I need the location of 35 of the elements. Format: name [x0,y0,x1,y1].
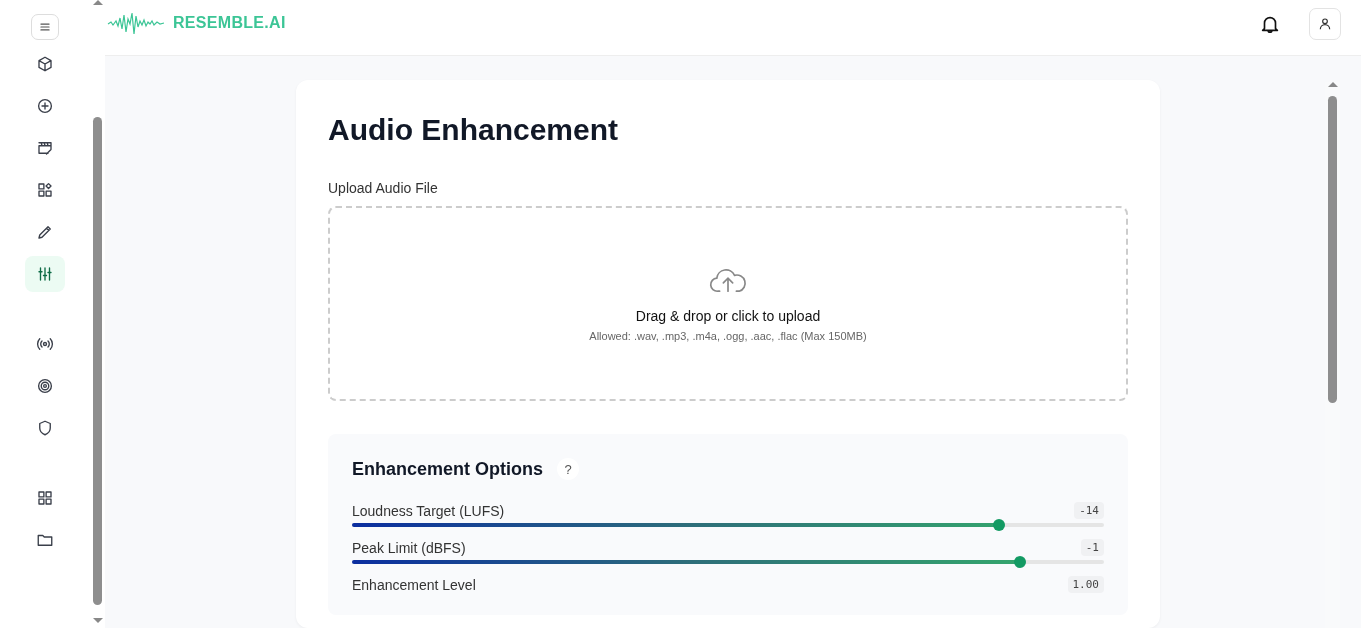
grid-icon [36,489,54,507]
shield-icon [36,419,54,437]
slider-label: Enhancement Level [352,576,476,593]
cloud-upload-icon [709,266,747,294]
field-label: Upload Audio File [328,180,439,196]
shapes-icon [36,181,54,199]
slider-label: Peak Limit (dBFS) [352,539,466,556]
scrollbar-thumb[interactable] [1328,96,1337,403]
scroll-up-arrow[interactable] [1327,82,1338,87]
clapperboard-icon [36,139,54,157]
value-readout: -1 [1080,539,1104,556]
scrollbar-thumb[interactable] [93,117,102,605]
value-readout: 1.00 [1067,576,1104,593]
menu-icon [38,20,52,34]
help-button[interactable]: ? [557,458,580,480]
upload-dropzone[interactable]: Drag & drop or click to upload Allowed: .wav, .mp3, .m4a, .ogg, .aac, .flac (Max 150MB) [328,206,1128,401]
broadcast-icon [36,335,54,353]
target-icon [36,377,54,395]
value-readout: -14 [1074,502,1104,519]
menu-button[interactable] [31,14,59,40]
cube-icon [36,55,54,73]
slider-label: Loudness Target (LUFS) [352,502,505,519]
user-icon [1317,16,1333,32]
upload-hint: Allowed: .wav, .mp3, .m4a, .ogg, .aac, .flac (Max 150MB) [589,330,867,342]
waveform-logo-icon [107,10,165,36]
slider-thumb[interactable] [1013,556,1026,568]
upload-prompt: Drag & drop or click to upload [635,308,821,324]
sliders-icon [36,265,54,283]
pencil-icon [36,223,54,241]
section-title: Enhancement Options [352,458,544,480]
sidebar-item[interactable] [25,256,65,292]
page-title: Audio Enhancement [328,112,620,148]
plus-circle-icon [36,97,54,115]
slider-thumb[interactable] [992,519,1005,531]
user-button[interactable] [1309,8,1341,40]
